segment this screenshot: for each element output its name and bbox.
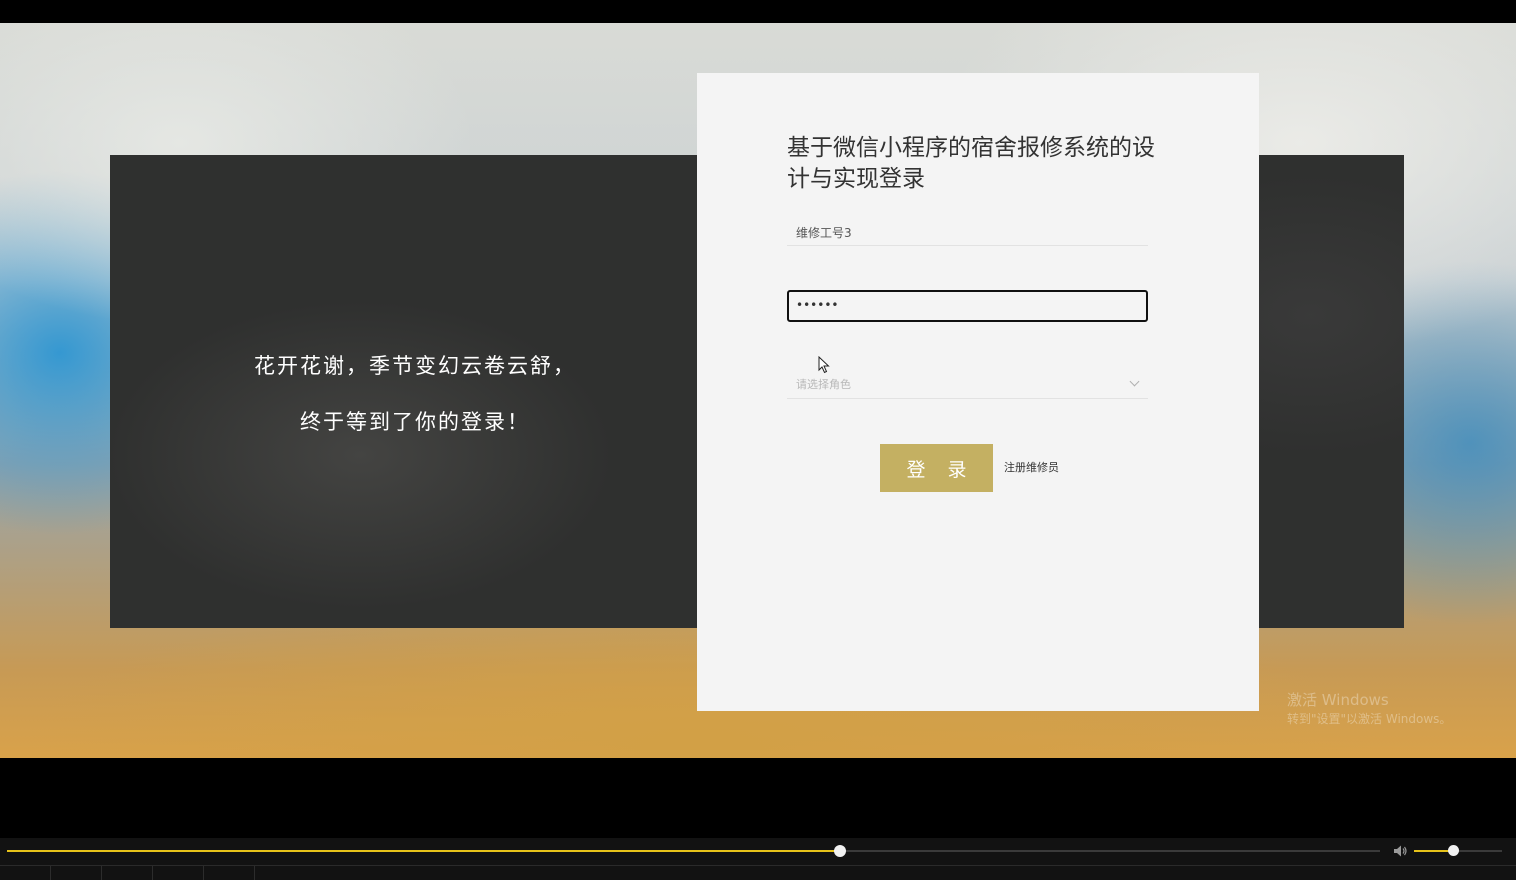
speaker-icon[interactable]: [1392, 843, 1408, 859]
player-button[interactable]: [51, 866, 102, 880]
player-button[interactable]: [0, 866, 51, 880]
username-value: 维修工号3: [796, 226, 852, 240]
hero-slogan-line2: 终于等到了你的登录！: [300, 410, 530, 434]
mouse-pointer-icon: [818, 356, 830, 374]
role-placeholder: 请选择角色: [796, 378, 851, 391]
username-input[interactable]: 维修工号3: [787, 217, 1148, 246]
progress-slider[interactable]: [7, 845, 1380, 857]
windows-activation-hint: 转到"设置"以激活 Windows。: [1287, 712, 1452, 726]
progress-knob[interactable]: [834, 845, 847, 857]
volume-fill: [1414, 850, 1453, 852]
video-player-controls: [0, 838, 1516, 880]
volume-knob[interactable]: [1447, 845, 1459, 856]
register-link[interactable]: 注册维修员: [1004, 459, 1059, 475]
player-button-row: [0, 865, 1516, 880]
login-button[interactable]: 登 录: [880, 444, 993, 492]
login-title: 基于微信小程序的宿舍报修系统的设计与实现登录: [787, 135, 1155, 192]
chevron-down-icon: [1129, 376, 1140, 387]
progress-fill: [7, 850, 841, 852]
volume-slider[interactable]: [1414, 845, 1502, 856]
player-button[interactable]: [102, 866, 153, 880]
windows-activation-title: 激活 Windows: [1287, 691, 1389, 709]
hero-slogan-line1: 花开花谢，季节变幻云卷云舒，: [254, 354, 576, 378]
player-button[interactable]: [153, 866, 204, 880]
password-value: ••••••: [796, 298, 839, 312]
login-card: 基于微信小程序的宿舍报修系统的设计与实现登录 维修工号3 •••••• 请选择角…: [697, 73, 1259, 711]
player-button[interactable]: [204, 866, 255, 880]
role-select[interactable]: 请选择角色: [787, 369, 1148, 399]
password-input[interactable]: ••••••: [787, 290, 1148, 322]
